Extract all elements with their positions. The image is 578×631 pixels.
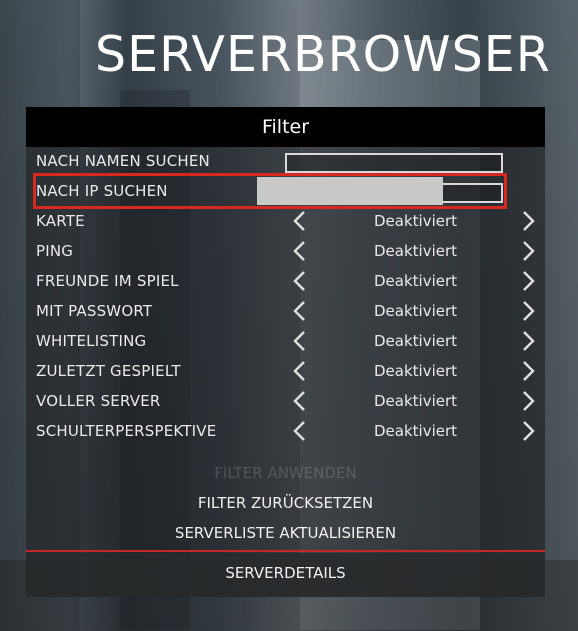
chevron-left-icon[interactable] (292, 270, 306, 292)
filter-value: Deaktiviert (374, 302, 458, 320)
filter-row-whitelisting: WHITELISTING Deaktiviert (26, 327, 545, 357)
filter-value: Deaktiviert (374, 272, 458, 290)
filter-label: VOLLER SERVER (36, 392, 161, 410)
filter-label: MIT PASSWORT (36, 302, 153, 320)
filter-label: WHITELISTING (36, 332, 147, 350)
filter-row-karte: KARTE Deaktiviert (26, 207, 545, 237)
chevron-left-icon[interactable] (292, 390, 306, 412)
filter-row-passwort: MIT PASSWORT Deaktiviert (26, 297, 545, 327)
chevron-right-icon[interactable] (522, 390, 536, 412)
chevron-left-icon[interactable] (292, 240, 306, 262)
filter-value: Deaktiviert (374, 212, 458, 230)
name-search-input[interactable] (285, 153, 503, 173)
refresh-serverlist-button[interactable]: SERVERLISTE AKTUALISIEREN (26, 524, 545, 542)
filter-label: KARTE (36, 212, 85, 230)
chevron-right-icon[interactable] (522, 300, 536, 322)
filter-label: SCHULTERPERSPEKTIVE (36, 422, 217, 440)
filter-label: PING (36, 242, 74, 260)
reset-filter-button[interactable]: FILTER ZURÜCKSETZEN (26, 494, 545, 512)
filter-row-schulterperspektive: SCHULTERPERSPEKTIVE Deaktiviert (26, 417, 545, 447)
filter-value: Deaktiviert (374, 362, 458, 380)
page-title: SERVERBROWSER (95, 26, 551, 83)
filter-value: Deaktiviert (374, 422, 458, 440)
highlight-box (33, 173, 507, 209)
filter-label: ZULETZT GESPIELT (36, 362, 181, 380)
serverdetails-button[interactable]: SERVERDETAILS (26, 564, 545, 582)
divider (26, 550, 545, 552)
chevron-left-icon[interactable] (292, 420, 306, 442)
chevron-right-icon[interactable] (522, 240, 536, 262)
chevron-right-icon[interactable] (522, 210, 536, 232)
filter-row-ping: PING Deaktiviert (26, 237, 545, 267)
filter-row-voller-server: VOLLER SERVER Deaktiviert (26, 387, 545, 417)
filter-label: NACH NAMEN SUCHEN (36, 152, 210, 170)
filter-row-zuletzt: ZULETZT GESPIELT Deaktiviert (26, 357, 545, 387)
chevron-right-icon[interactable] (522, 270, 536, 292)
filter-value: Deaktiviert (374, 242, 458, 260)
filter-label: FREUNDE IM SPIEL (36, 272, 179, 290)
filter-value: Deaktiviert (374, 332, 458, 350)
filter-panel-header: Filter (26, 107, 545, 147)
apply-filter-button[interactable]: FILTER ANWENDEN (26, 464, 545, 482)
chevron-left-icon[interactable] (292, 330, 306, 352)
chevron-left-icon[interactable] (292, 360, 306, 382)
filter-row-freunde: FREUNDE IM SPIEL Deaktiviert (26, 267, 545, 297)
chevron-left-icon[interactable] (292, 300, 306, 322)
chevron-right-icon[interactable] (522, 330, 536, 352)
chevron-right-icon[interactable] (522, 420, 536, 442)
serverdetails-bar: SERVERDETAILS (26, 553, 545, 597)
filter-value: Deaktiviert (374, 392, 458, 410)
chevron-right-icon[interactable] (522, 360, 536, 382)
chevron-left-icon[interactable] (292, 210, 306, 232)
